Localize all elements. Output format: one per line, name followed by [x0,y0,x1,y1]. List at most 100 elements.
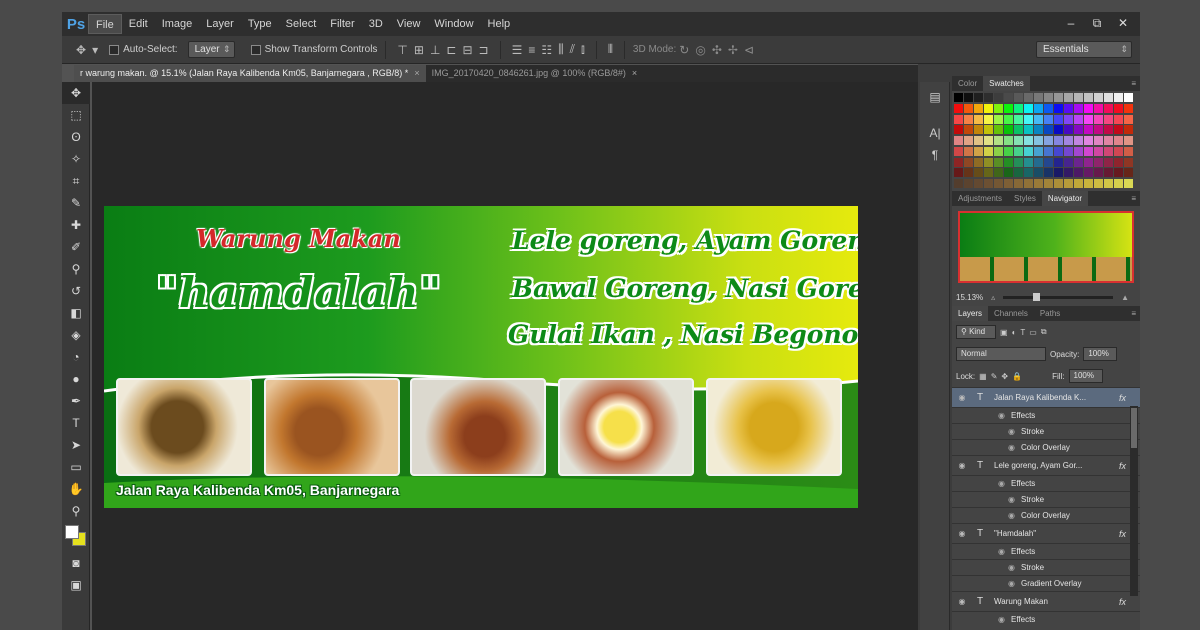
distribute-middle-icon[interactable]: ≡ [528,43,535,57]
swatch-cell[interactable] [954,114,963,124]
swatch-cell[interactable] [1084,136,1093,146]
clone-stamp-icon[interactable]: ⚲ [62,258,90,280]
swatch-cell[interactable] [1044,168,1053,178]
eye-icon[interactable]: ◉ [1008,427,1015,436]
zoom-tool-icon[interactable]: ⚲ [62,500,90,522]
crop-tool-icon[interactable]: ⌗ [62,170,90,192]
tab-img-jpg[interactable]: IMG_20170420_0846261.jpg @ 100% (RGB/8#)… [426,65,644,82]
swatch-cell[interactable] [954,168,963,178]
swatch-cell[interactable] [1114,157,1123,167]
swatch-cell[interactable] [1034,179,1043,189]
blend-mode-dropdown[interactable]: Normal [956,347,1046,361]
zoom-value[interactable]: 15.13% [956,293,983,302]
swatch-cell[interactable] [974,146,983,156]
swatch-cell[interactable] [1094,157,1103,167]
effect-row[interactable]: ◉ Stroke [952,491,1140,507]
tab-paths[interactable]: Paths [1034,306,1066,321]
swatch-cell[interactable] [1044,157,1053,167]
swatch-cell[interactable] [1014,93,1023,102]
swatch-cell[interactable] [1074,93,1083,102]
swatch-cell[interactable] [994,93,1003,102]
swatch-cell[interactable] [1094,125,1103,135]
eye-icon[interactable]: ◉ [998,411,1005,420]
swatch-cell[interactable] [1124,103,1133,113]
effect-row[interactable]: ◉ Color Overlay [952,439,1140,455]
swatch-cell[interactable] [974,114,983,124]
align-left-icon[interactable]: ⊏ [446,43,456,57]
swatch-cell[interactable] [1024,136,1033,146]
swatch-cell[interactable] [994,114,1003,124]
layer-row[interactable]: ◉ T Lele goreng, Ayam Gor... fx [952,455,1140,475]
swatch-cell[interactable] [1004,179,1013,189]
effects-row[interactable]: ◉ Effects [952,475,1140,491]
tab-color[interactable]: Color [952,76,983,91]
swatch-cell[interactable] [984,146,993,156]
swatch-cell[interactable] [1104,103,1113,113]
menu-file[interactable]: File [88,14,122,34]
swatch-cell[interactable] [1064,136,1073,146]
swatch-cell[interactable] [984,179,993,189]
foreground-color-swatch[interactable] [65,525,79,539]
effects-row[interactable]: ◉ Effects [952,407,1140,423]
swatch-cell[interactable] [1084,168,1093,178]
swatch-cell[interactable] [1064,157,1073,167]
swatch-cell[interactable] [974,179,983,189]
swatch-cell[interactable] [954,157,963,167]
type-filter-icon[interactable]: T [1020,328,1025,337]
swatch-cell[interactable] [964,157,973,167]
chevron-down-icon[interactable]: ▾ [92,43,98,57]
swatch-cell[interactable] [1064,179,1073,189]
panel-menu-icon[interactable]: ≡ [1131,309,1136,318]
swatch-cell[interactable] [1124,114,1133,124]
eye-icon[interactable]: ◉ [952,529,972,538]
auto-select-checkbox[interactable] [109,44,120,55]
type-tool-icon[interactable]: T [62,412,90,434]
panel-menu-icon[interactable]: ≡ [1131,79,1136,88]
eye-icon[interactable]: ◉ [952,461,972,470]
lock-position-icon[interactable]: ✥ [1001,372,1008,381]
effect-row[interactable]: ◉ Gradient Overlay [952,575,1140,591]
swatch-cell[interactable] [1104,114,1113,124]
fill-input[interactable]: 100% [1068,369,1103,383]
swatch-cell[interactable] [1124,93,1133,102]
swatch-cell[interactable] [964,103,973,113]
swatch-cell[interactable] [1124,136,1133,146]
swatch-cell[interactable] [1014,168,1023,178]
swatch-cell[interactable] [1054,168,1063,178]
layer-row[interactable]: ◉ T Jalan Raya Kalibenda K... fx [952,387,1140,407]
swatch-cell[interactable] [1104,136,1113,146]
swatch-cell[interactable] [1094,93,1103,102]
lock-pixels-icon[interactable]: ✎ [991,372,998,381]
swatch-cell[interactable] [1114,103,1123,113]
tab-swatches[interactable]: Swatches [983,76,1030,91]
swatch-cell[interactable] [1114,136,1123,146]
swatch-cell[interactable] [1084,93,1093,102]
swatch-cell[interactable] [1064,93,1073,102]
swatch-cell[interactable] [1044,136,1053,146]
swatch-cell[interactable] [1034,93,1043,102]
eye-icon[interactable]: ◉ [1008,443,1015,452]
dodge-tool-icon[interactable]: ● [62,368,90,390]
swatch-cell[interactable] [1014,179,1023,189]
swatch-cell[interactable] [1064,168,1073,178]
eye-icon[interactable]: ◉ [998,615,1005,624]
menu-help[interactable]: Help [481,14,518,34]
opacity-input[interactable]: 100% [1083,347,1118,361]
swatch-cell[interactable] [1024,157,1033,167]
swatch-cell[interactable] [1024,103,1033,113]
swatch-cell[interactable] [1084,179,1093,189]
distribute-center-icon[interactable]: ⫽ [570,42,575,57]
swatch-cell[interactable] [1004,168,1013,178]
tab-channels[interactable]: Channels [988,306,1034,321]
workspace-dropdown[interactable]: Essentials [1036,41,1132,58]
eye-icon[interactable]: ◉ [952,393,972,402]
swatch-cell[interactable] [994,157,1003,167]
swatch-cell[interactable] [1054,146,1063,156]
swatch-cell[interactable] [1124,157,1133,167]
swatch-cell[interactable] [954,125,963,135]
eyedropper-icon[interactable]: ✎ [62,192,90,214]
auto-align-icon[interactable]: ⫴ [608,42,613,57]
swatch-cell[interactable] [1044,93,1053,102]
menu-image[interactable]: Image [155,14,200,34]
kind-filter-dropdown[interactable]: ⚲ Kind [956,325,996,339]
